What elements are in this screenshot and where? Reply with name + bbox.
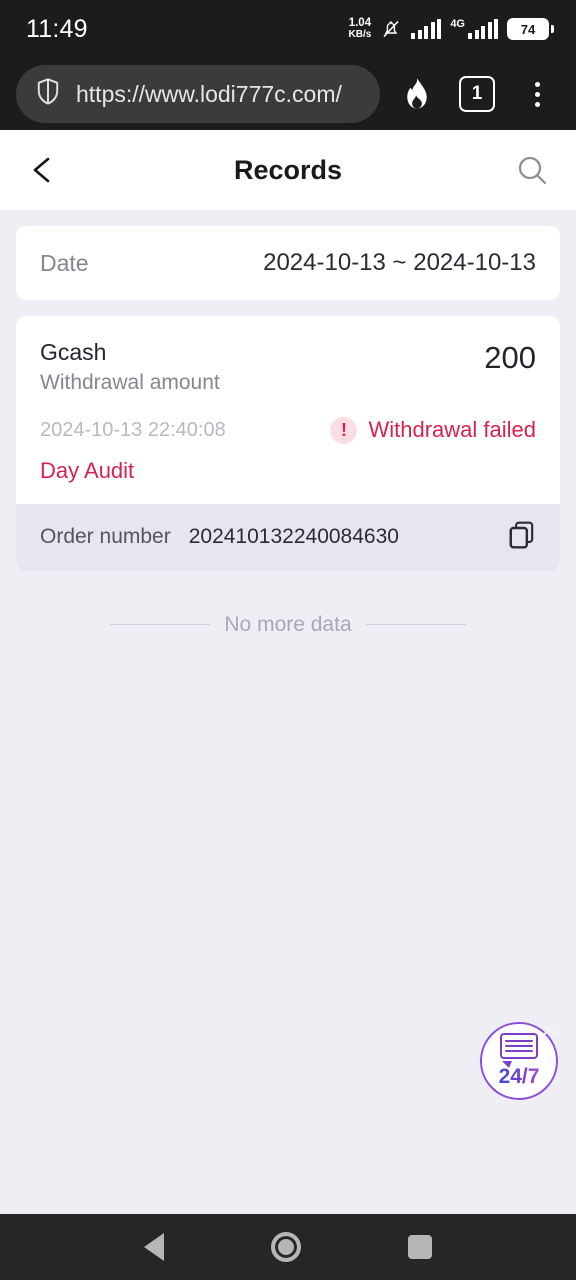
network-type-label: 4G	[450, 18, 465, 30]
record-header: Gcash Withdrawal amount 200	[16, 316, 560, 395]
record-meta: 2024-10-13 22:40:08 ! Withdrawal failed	[16, 395, 560, 444]
square-recents-icon[interactable]	[408, 1235, 433, 1259]
network-type-indicator: 4G	[450, 19, 498, 39]
copy-icon[interactable]	[508, 520, 536, 555]
status-badge: ! Withdrawal failed	[330, 416, 536, 444]
app-bar: Records	[0, 130, 576, 210]
footer-divider-right	[365, 624, 467, 626]
battery-tip	[551, 25, 554, 33]
network-speed-indicator: 1.04 KB/s	[348, 17, 372, 40]
record-type: Withdrawal amount	[40, 370, 220, 394]
order-number-label: Order number	[40, 525, 171, 549]
record-amount: 200	[484, 340, 536, 375]
status-bar: 11:49 1.04 KB/s 4G 74	[0, 0, 576, 58]
search-icon[interactable]	[514, 152, 550, 188]
android-nav-bar	[0, 1214, 576, 1280]
network-speed-unit: KB/s	[348, 28, 372, 40]
order-number-value: 202410132240084630	[188, 525, 399, 549]
shield-icon	[34, 77, 62, 112]
record-status-text: Withdrawal failed	[368, 417, 536, 443]
three-dots-menu-icon[interactable]	[514, 81, 560, 107]
footer-divider-left	[110, 624, 211, 626]
order-number-block: Order number 202410132240084630	[40, 525, 399, 549]
record-card: Gcash Withdrawal amount 200 2024-10-13 2…	[16, 316, 560, 571]
date-filter-card[interactable]: Date 2024-10-13 ~ 2024-10-13	[16, 226, 560, 300]
status-icons: 1.04 KB/s 4G 74	[348, 17, 554, 40]
signal-bars-icon	[411, 19, 442, 39]
page-title: Records	[233, 154, 343, 185]
date-filter-value: 2024-10-13 ~ 2024-10-13	[263, 249, 536, 276]
order-number-row: Order number 202410132240084630	[16, 503, 560, 571]
browser-toolbar: https://www.lodi777c.com/ 1	[0, 58, 576, 130]
record-timestamp: 2024-10-13 22:40:08	[40, 418, 226, 441]
flame-icon[interactable]	[394, 77, 440, 111]
no-more-data-text: No more data	[224, 612, 352, 636]
date-filter-label: Date	[40, 249, 89, 276]
signal-bars-secondary-icon	[468, 19, 498, 39]
status-clock: 11:49	[26, 14, 88, 43]
record-audit-row: Day Audit	[16, 444, 560, 504]
webpage-content: Records Date 2024-10-13 ~ 2024-10-13 Gca…	[0, 130, 576, 1214]
tab-counter-button[interactable]: 1	[454, 76, 500, 112]
chat-bubble-icon	[496, 1033, 542, 1068]
battery-indicator: 74	[507, 18, 554, 40]
support-widget[interactable]: 24/7 ✕	[480, 1020, 560, 1100]
alert-exclamation-icon: !	[330, 416, 358, 444]
chevron-left-icon[interactable]	[26, 153, 60, 187]
url-bar[interactable]: https://www.lodi777c.com/	[16, 65, 380, 123]
tab-count-label: 1	[459, 76, 495, 112]
date-filter-row[interactable]: Date 2024-10-13 ~ 2024-10-13	[16, 226, 560, 300]
triangle-back-icon[interactable]	[143, 1233, 164, 1261]
record-method: Gcash	[40, 339, 107, 365]
bell-muted-icon	[380, 18, 402, 40]
network-speed-value: 1.04	[348, 17, 372, 30]
close-icon[interactable]: ✕	[538, 1020, 560, 1042]
support-widget-label: 24/7	[498, 1065, 540, 1088]
phone-screen: 11:49 1.04 KB/s 4G 74 https://www.lodi77…	[0, 0, 576, 1280]
day-audit-link[interactable]: Day Audit	[40, 458, 134, 483]
list-footer: No more data	[0, 613, 576, 637]
record-method-block: Gcash Withdrawal amount	[40, 338, 220, 395]
battery-level: 74	[507, 18, 549, 40]
url-text: https://www.lodi777c.com/	[76, 80, 342, 107]
circle-home-icon[interactable]	[270, 1232, 301, 1262]
